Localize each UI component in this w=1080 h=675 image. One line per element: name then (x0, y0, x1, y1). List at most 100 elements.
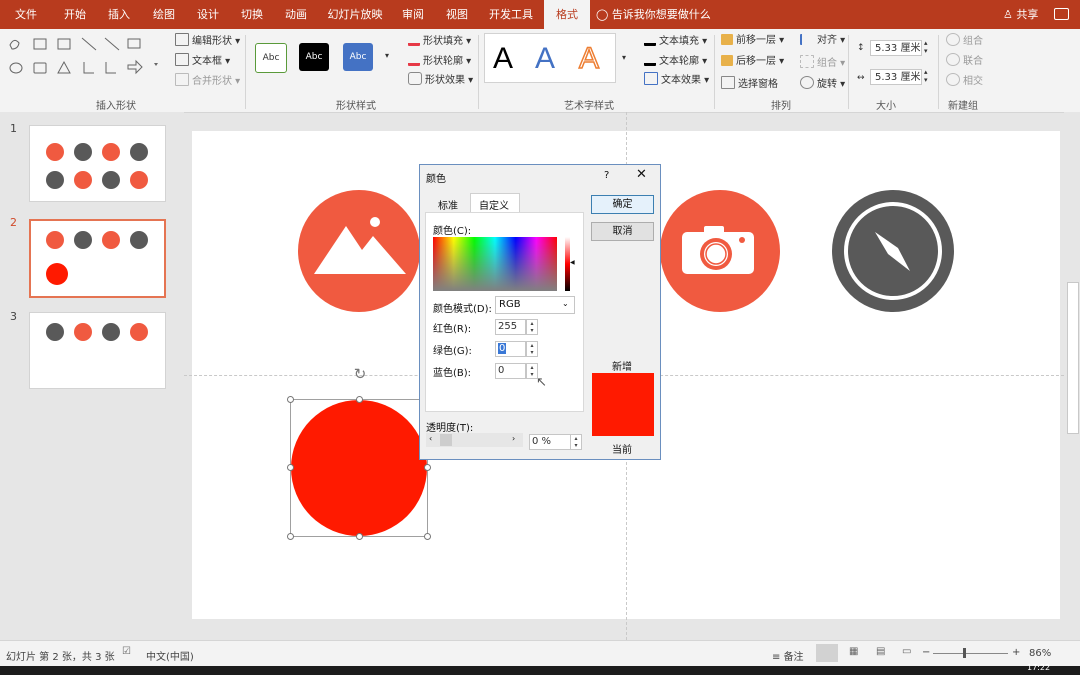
wordart-blue-a[interactable]: A (535, 39, 555, 79)
merge-shapes-button[interactable]: 合并形状 ▾ (175, 73, 240, 89)
wordart-gallery[interactable]: A A A (484, 33, 616, 83)
height-stepper[interactable]: ▴ ▾ (924, 39, 928, 55)
blue-input[interactable]: 0 (495, 363, 526, 379)
group-label-wordart: 艺术字样式 (564, 101, 614, 112)
shape-style-blue-swatch[interactable]: Abc (343, 43, 373, 71)
tell-me-box[interactable]: ◯ 告诉我你想要做什么 (596, 0, 711, 29)
shape-fill-button[interactable]: 形状填充 ▾ (408, 32, 471, 49)
normal-view-button[interactable] (816, 644, 838, 662)
text-fill-button[interactable]: 文本填充 ▾ (644, 32, 707, 49)
bring-forward-button[interactable]: 前移一层 ▾ (721, 34, 784, 48)
shape-outline-button[interactable]: 形状轮廓 ▾ (408, 52, 471, 69)
zoom-level[interactable]: 86% (1029, 648, 1051, 659)
shape-width-input[interactable]: 5.33 厘米 (870, 69, 922, 85)
resize-handle[interactable] (356, 396, 363, 403)
wordart-orange-a[interactable]: A (578, 39, 600, 79)
tab-transitions[interactable]: 切换 (233, 0, 271, 29)
tab-design[interactable]: 设计 (189, 0, 227, 29)
tab-animations[interactable]: 动画 (277, 0, 315, 29)
compass-icon[interactable] (832, 190, 954, 312)
slide-thumbnail-1[interactable] (29, 125, 166, 202)
tab-standard[interactable]: 标准 (428, 197, 468, 212)
camera-icon[interactable] (660, 190, 780, 312)
comment-icon[interactable] (1054, 8, 1069, 20)
slide-sorter-icon[interactable]: ▦ (849, 646, 858, 657)
combine-icon (946, 33, 960, 46)
tab-home[interactable]: 开始 (55, 0, 95, 29)
shape-effects-button[interactable]: 形状效果 ▾ (408, 72, 473, 88)
text-effects-button[interactable]: 文本效果 ▾ (644, 72, 709, 88)
notes-button[interactable]: ≡ 备注 (772, 648, 804, 663)
green-input[interactable]: 0 (495, 341, 526, 357)
green-stepper[interactable]: ▴ ▾ (526, 341, 538, 357)
share-button[interactable]: ♙ 共享 (1003, 0, 1038, 29)
rotate-button[interactable]: 旋转 ▾ (800, 76, 845, 92)
tab-view[interactable]: 视图 (438, 0, 476, 29)
slide-thumbnail-3[interactable] (29, 312, 166, 389)
text-outline-button[interactable]: 文本轮廓 ▾ (644, 52, 707, 69)
red-circle-shape[interactable] (291, 400, 427, 536)
cancel-button[interactable]: 取消 (591, 222, 654, 241)
resize-handle[interactable] (424, 464, 431, 471)
shape-style-outline-swatch[interactable]: Abc (255, 43, 287, 73)
group-objects-button[interactable]: 组合 ▾ (800, 55, 845, 71)
transparency-input[interactable]: 0 % (529, 434, 571, 450)
align-button[interactable]: 对齐 ▾ (800, 34, 845, 48)
spell-check-icon[interactable]: ☑ (122, 646, 131, 657)
slider-thumb[interactable] (440, 434, 452, 446)
transparency-slider[interactable]: ‹ › (426, 433, 523, 447)
zoom-slider[interactable] (933, 653, 1008, 654)
wordart-black-a[interactable]: A (493, 39, 513, 79)
edit-shape-button[interactable]: 编辑形状 ▾ (175, 33, 240, 49)
tab-file[interactable]: 文件 (8, 0, 44, 29)
help-button[interactable]: ? (604, 170, 609, 181)
color-spectrum[interactable] (433, 237, 557, 291)
green-value: 0 (498, 343, 507, 354)
shape-height-input[interactable]: 5.33 厘米 (870, 40, 922, 56)
union-button[interactable]: 联合 (946, 53, 983, 69)
tab-developer[interactable]: 开发工具 (485, 0, 537, 29)
close-icon[interactable]: ✕ (636, 167, 647, 182)
language-status[interactable]: 中文(中国) (146, 648, 194, 663)
tab-slideshow[interactable]: 幻灯片放映 (325, 0, 385, 29)
resize-handle[interactable] (287, 464, 294, 471)
scrollbar-thumb[interactable] (1067, 282, 1079, 434)
resize-handle[interactable] (356, 533, 363, 540)
mountain-icon[interactable] (298, 190, 420, 312)
zoom-out-icon[interactable]: − (922, 647, 930, 658)
send-backward-button[interactable]: 后移一层 ▾ (721, 55, 784, 69)
resize-handle[interactable] (287, 396, 294, 403)
rotate-handle-icon[interactable]: ↻ (351, 365, 369, 383)
intersect-button[interactable]: 相交 (946, 73, 983, 89)
dialog-title: 颜色 (426, 174, 446, 185)
slideshow-icon[interactable]: ▭ (902, 646, 911, 657)
transparency-stepper[interactable]: ▴ ▾ (570, 434, 582, 450)
ribbon-separator (245, 35, 246, 109)
reading-view-icon[interactable]: ▤ (876, 646, 885, 657)
text-box-button[interactable]: 文本框 ▾ (175, 53, 230, 69)
shape-style-black-swatch[interactable]: Abc (299, 43, 329, 71)
red-input[interactable]: 255 (495, 319, 526, 335)
shapes-gallery[interactable] (4, 35, 164, 79)
width-stepper[interactable]: ▴ ▾ (924, 68, 928, 84)
selection-pane-button[interactable]: 选择窗格 (721, 76, 778, 92)
combine-button[interactable]: 组合 (946, 33, 983, 49)
tab-draw[interactable]: 绘图 (145, 0, 183, 29)
zoom-in-icon[interactable]: + (1012, 647, 1020, 658)
slide-thumbnail-2[interactable] (29, 219, 166, 298)
resize-handle[interactable] (287, 533, 294, 540)
shape-styles-more-button[interactable]: ▾ (385, 49, 389, 63)
color-model-select[interactable]: RGB ⌄ (495, 296, 575, 314)
resize-handle[interactable] (424, 533, 431, 540)
zoom-slider-thumb[interactable] (963, 648, 966, 658)
tab-custom[interactable]: 自定义 (470, 197, 518, 212)
tab-insert[interactable]: 插入 (100, 0, 138, 29)
ok-button[interactable]: 确定 (591, 195, 654, 214)
tab-format[interactable]: 格式 (544, 0, 590, 29)
tab-review[interactable]: 审阅 (394, 0, 432, 29)
wordart-more-button[interactable]: ▾ (622, 51, 626, 65)
notes-label: 备注 (783, 652, 804, 663)
union-label: 联合 (963, 56, 983, 67)
vertical-scrollbar[interactable] (1064, 112, 1080, 640)
red-stepper[interactable]: ▴ ▾ (526, 319, 538, 335)
